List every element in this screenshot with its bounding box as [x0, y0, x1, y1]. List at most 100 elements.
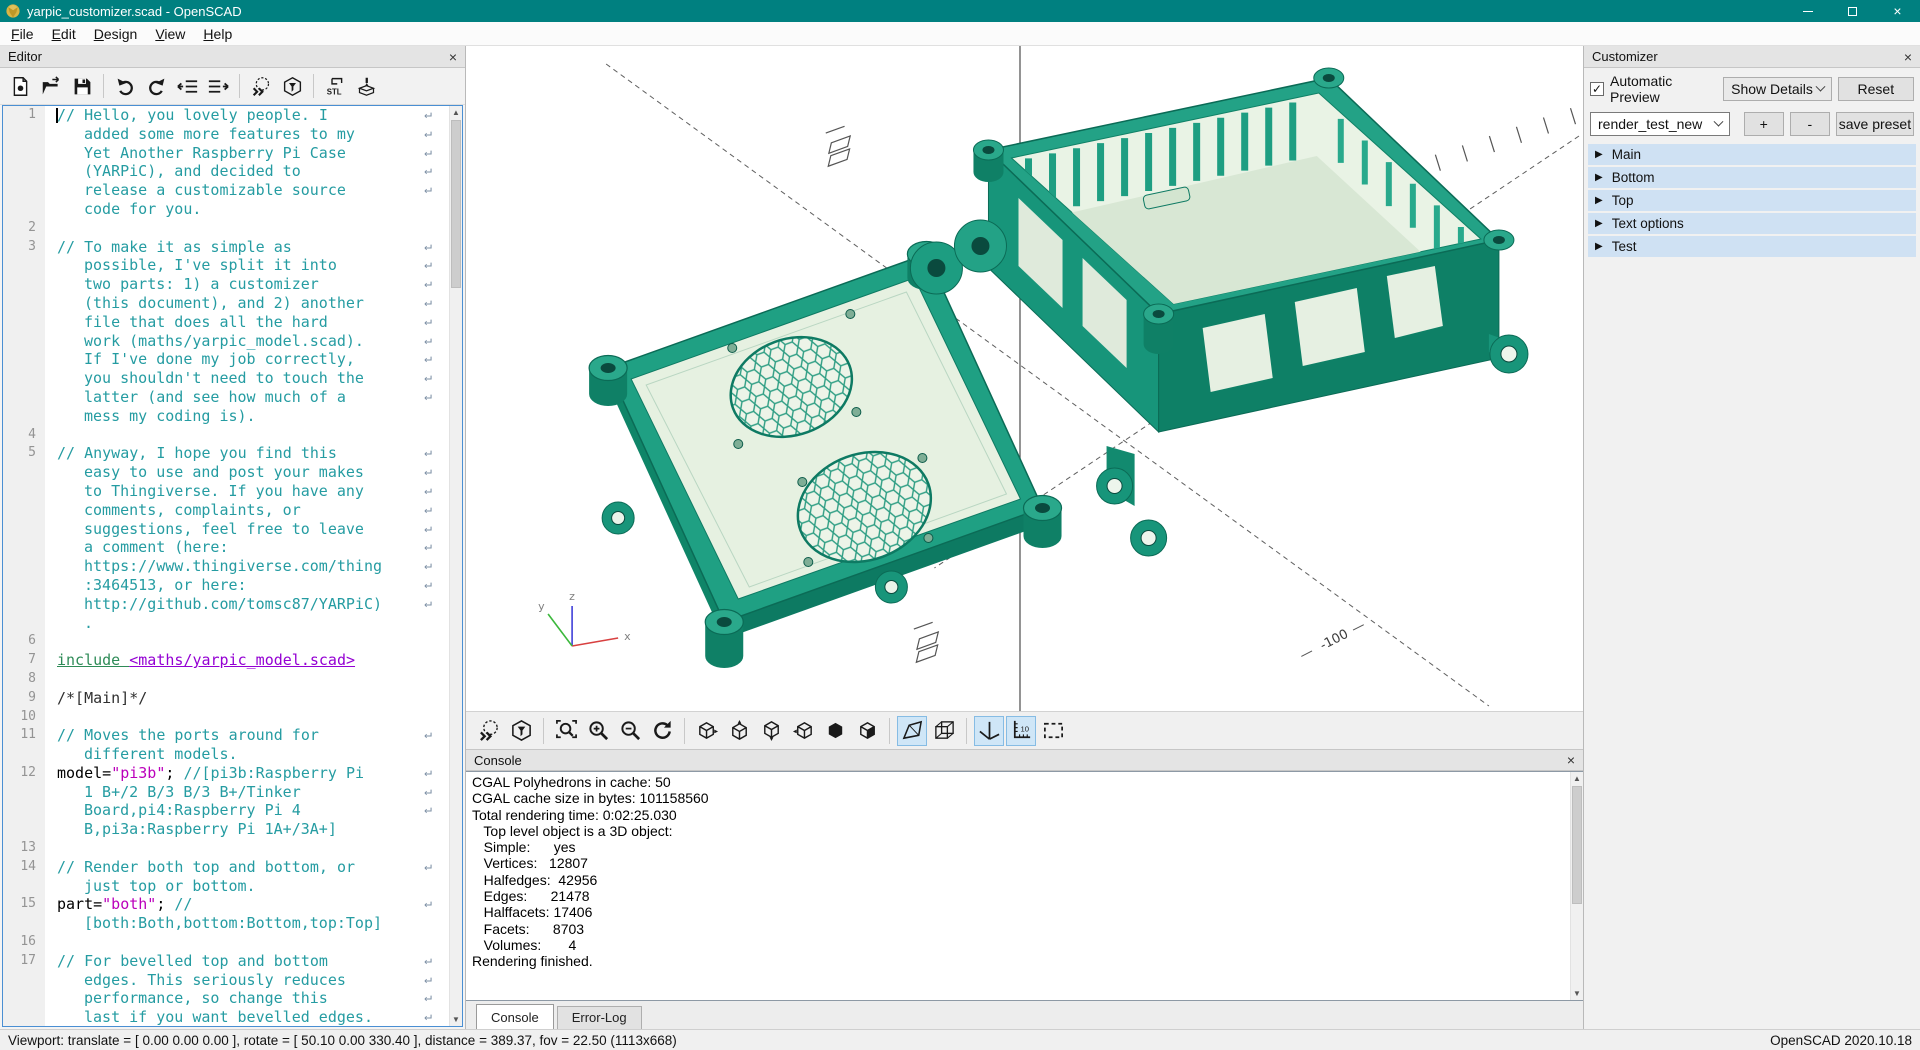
reset-view-button[interactable]: [647, 716, 677, 746]
code-line[interactable]: you shouldn't need to touch the↵: [3, 369, 449, 388]
code-line[interactable]: 15part="both"; //↵: [3, 895, 449, 914]
doc-new-button[interactable]: [6, 72, 34, 100]
menu-help[interactable]: Help: [194, 23, 241, 45]
code-line[interactable]: 7include <maths/yarpic_model.scad>: [3, 651, 449, 670]
menu-file[interactable]: File: [2, 23, 43, 45]
add-preset-button[interactable]: +: [1744, 112, 1784, 136]
view-back-button[interactable]: [852, 716, 882, 746]
tab-error-log[interactable]: Error-Log: [557, 1006, 642, 1029]
show-details-dropdown[interactable]: Show Details: [1723, 77, 1832, 101]
code-line[interactable]: just top or bottom.: [3, 877, 449, 896]
editor-scrollbar-thumb[interactable]: [451, 120, 461, 288]
code-line[interactable]: :3464513, or here:↵: [3, 576, 449, 595]
export-stl-button[interactable]: STL: [321, 72, 349, 100]
code-line[interactable]: 1// Hello, you lovely people. I↵: [3, 106, 449, 125]
code-line[interactable]: added some more features to my↵: [3, 125, 449, 144]
customizer-group-top[interactable]: ▶Top: [1588, 190, 1916, 211]
code-line[interactable]: edges. This seriously reduces↵: [3, 971, 449, 990]
show-axes-button[interactable]: [974, 716, 1004, 746]
code-line[interactable]: possible, I've split it into↵: [3, 256, 449, 275]
code-line[interactable]: 1 B+/2 B/3 B/3 B+/Tinker↵: [3, 783, 449, 802]
perspective-button[interactable]: [897, 716, 927, 746]
code-line[interactable]: latter (and see how much of a↵: [3, 388, 449, 407]
view-bottom-button[interactable]: [756, 716, 786, 746]
code-line[interactable]: release a customizable source↵: [3, 181, 449, 200]
scroll-down-icon[interactable]: ▼: [1571, 987, 1583, 1000]
menu-view[interactable]: View: [146, 23, 194, 45]
view-right-button[interactable]: [692, 716, 722, 746]
code-line[interactable]: 2: [3, 219, 449, 238]
customizer-close-icon[interactable]: ×: [1904, 50, 1912, 64]
code-line[interactable]: work (maths/yarpic_model.scad).↵: [3, 332, 449, 351]
editor-close-icon[interactable]: ×: [449, 50, 457, 64]
zoom-out-button[interactable]: [615, 716, 645, 746]
minimize-button[interactable]: [1785, 0, 1830, 22]
zoom-in-button[interactable]: [583, 716, 613, 746]
code-line[interactable]: 4: [3, 426, 449, 445]
show-scale-button[interactable]: 10: [1006, 716, 1036, 746]
print3d-button[interactable]: [352, 72, 380, 100]
folder-open-button[interactable]: [37, 72, 65, 100]
code-editor[interactable]: 1// Hello, you lovely people. I↵added so…: [2, 105, 463, 1027]
maximize-button[interactable]: [1830, 0, 1875, 22]
menu-edit[interactable]: Edit: [43, 23, 85, 45]
code-line[interactable]: easy to use and post your makes↵: [3, 463, 449, 482]
expand-arrow-icon[interactable]: ▶: [1595, 241, 1603, 252]
code-line[interactable]: 16: [3, 933, 449, 952]
automatic-preview-checkbox[interactable]: ✓: [1590, 82, 1604, 96]
code-line[interactable]: 8: [3, 670, 449, 689]
render-button[interactable]: [278, 72, 306, 100]
code-line[interactable]: 9/*[Main]*/: [3, 689, 449, 708]
view-left-button[interactable]: [788, 716, 818, 746]
code-line[interactable]: last if you want bevelled edges.↵: [3, 1008, 449, 1026]
scroll-up-icon[interactable]: ▲: [1571, 772, 1583, 785]
code-line[interactable]: 17// For bevelled top and bottom↵: [3, 952, 449, 971]
console-scrollbar-thumb[interactable]: [1572, 786, 1582, 904]
code-line[interactable]: performance, so change this↵: [3, 989, 449, 1008]
view-all-button[interactable]: [1038, 716, 1068, 746]
close-button[interactable]: ×: [1875, 0, 1920, 22]
code-line[interactable]: 13: [3, 839, 449, 858]
code-line[interactable]: suggestions, feel free to leave↵: [3, 520, 449, 539]
customizer-group-main[interactable]: ▶Main: [1588, 144, 1916, 165]
save-preset-button[interactable]: save preset: [1836, 112, 1914, 136]
scroll-up-icon[interactable]: ▲: [450, 106, 462, 119]
customizer-group-bottom[interactable]: ▶Bottom: [1588, 167, 1916, 188]
console-scrollbar[interactable]: ▲ ▼: [1570, 772, 1583, 1000]
zoom-all-button[interactable]: [551, 716, 581, 746]
code-line[interactable]: 10: [3, 708, 449, 727]
code-line[interactable]: file that does all the hard↵: [3, 313, 449, 332]
code-line[interactable]: 6: [3, 632, 449, 651]
code-line[interactable]: different models.: [3, 745, 449, 764]
code-line[interactable]: Yet Another Raspberry Pi Case↵: [3, 144, 449, 163]
code-line[interactable]: If I've done my job correctly,↵: [3, 350, 449, 369]
code-line[interactable]: mess my coding is).: [3, 407, 449, 426]
preset-combobox[interactable]: render_test_new: [1590, 112, 1730, 136]
code-line[interactable]: to Thingiverse. If you have any↵: [3, 482, 449, 501]
reset-button[interactable]: Reset: [1838, 77, 1914, 101]
indent-button[interactable]: [204, 72, 232, 100]
save-button[interactable]: [68, 72, 96, 100]
code-line[interactable]: Board,pi4:Raspberry Pi 4↵: [3, 801, 449, 820]
render-button[interactable]: [506, 716, 536, 746]
code-line[interactable]: http://github.com/tomsc87/YARPiC)↵: [3, 595, 449, 614]
code-line[interactable]: (this document), and 2) another↵: [3, 294, 449, 313]
code-line[interactable]: B,pi3a:Raspberry Pi 1A+/3A+]: [3, 820, 449, 839]
orthographic-button[interactable]: [929, 716, 959, 746]
redo-button[interactable]: [142, 72, 170, 100]
code-line[interactable]: https://www.thingiverse.com/thing↵: [3, 557, 449, 576]
remove-preset-button[interactable]: -: [1790, 112, 1830, 136]
code-line[interactable]: comments, complaints, or↵: [3, 501, 449, 520]
code-line[interactable]: two parts: 1) a customizer↵: [3, 275, 449, 294]
code-line[interactable]: code for you.: [3, 200, 449, 219]
customizer-group-text-options[interactable]: ▶Text options: [1588, 213, 1916, 234]
code-line[interactable]: .: [3, 614, 449, 633]
console-panel[interactable]: CGAL Polyhedrons in cache: 50CGAL cache …: [466, 771, 1583, 1001]
view-top-button[interactable]: [724, 716, 754, 746]
expand-arrow-icon[interactable]: ▶: [1595, 195, 1603, 206]
menu-design[interactable]: Design: [85, 23, 147, 45]
code-line[interactable]: 12model="pi3b"; //[pi3b:Raspberry Pi↵: [3, 764, 449, 783]
console-close-icon[interactable]: ×: [1567, 752, 1575, 768]
code-line[interactable]: 11// Moves the ports around for↵: [3, 726, 449, 745]
undo-button[interactable]: [111, 72, 139, 100]
